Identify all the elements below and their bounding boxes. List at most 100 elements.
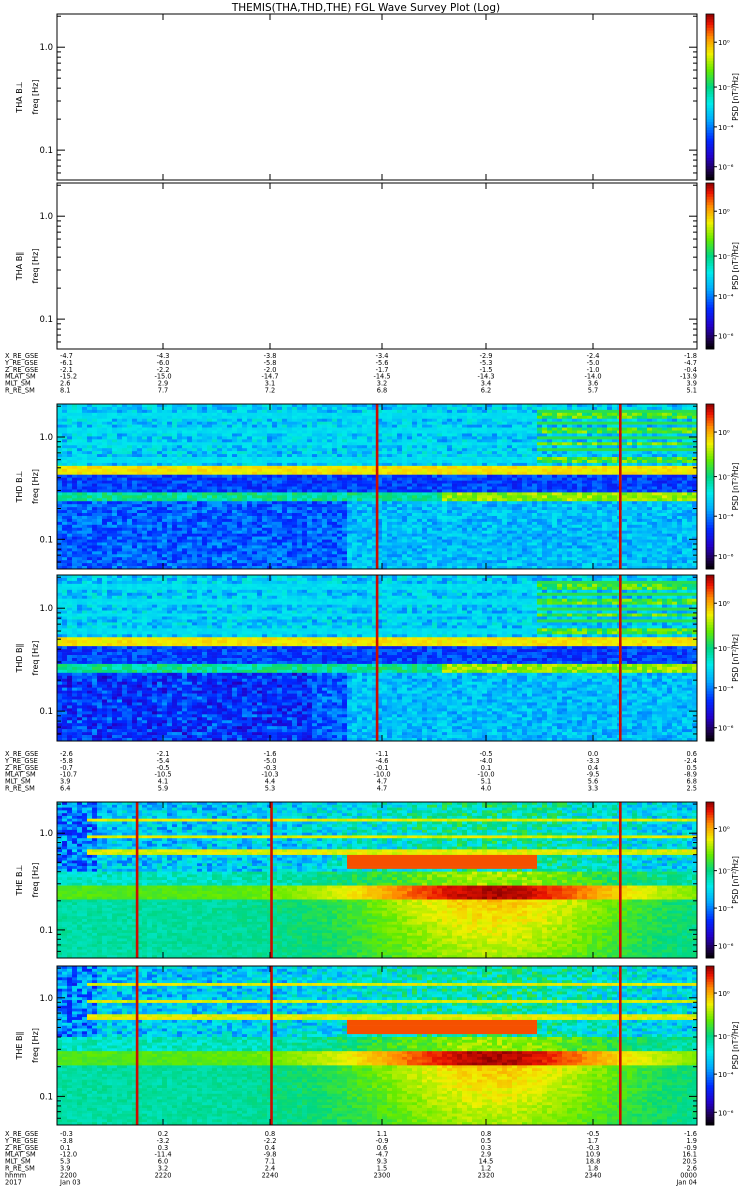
spectrogram-cell [602,445,608,449]
spectrogram-cell [637,462,643,467]
spectrogram-cell [687,406,693,411]
spectrogram-cell [427,492,433,496]
spectrogram-cell [147,486,153,490]
spectrogram-cell [237,483,243,487]
spectrogram-cell [492,477,498,481]
spectrogram-cell [342,471,348,476]
spectrogram-cell [517,489,523,493]
spectrogram-cell [162,462,168,467]
spectrogram-cell [637,412,643,417]
colorbar-segment [706,254,714,259]
spectrogram-cell [287,412,293,417]
spectrogram-cell [332,430,338,434]
spectrogram-cell [512,442,518,446]
spectrogram-cell [232,477,238,481]
spectrogram-cell [142,492,148,496]
spectrogram-cell [292,477,298,481]
colorbar-segment [706,116,714,120]
spectrogram-cell [182,477,188,481]
spectrogram-cell [542,409,548,414]
spectrogram-cell [642,415,648,420]
spectrogram-cell [392,489,398,493]
spectrogram-cell [287,468,293,473]
spectrogram-cell [197,501,203,505]
spectrogram-cell [337,480,343,484]
spectrogram-cell [117,468,123,473]
spectrogram-cell [82,442,88,446]
spectrogram-cell [237,406,243,411]
spectrogram-cell [282,412,288,417]
spectrogram-cell [677,483,683,487]
spectrogram-cell [132,480,138,484]
spectrogram-cell [597,421,603,425]
spectrogram-cell [492,457,498,461]
spectrogram-cell [467,480,473,484]
spectrogram-cell [487,430,493,434]
spectrogram-cell [152,486,158,490]
spectrogram-cell [582,492,588,496]
spectrogram-cell [217,510,223,514]
colorbar-segment [706,141,714,145]
spectrogram-cell [257,448,263,452]
spectrogram-cell [237,504,243,508]
spectrogram-cell [677,492,683,496]
spectrogram-cell [627,495,633,499]
spectrogram-cell [282,495,288,499]
spectrogram-cell [232,471,238,476]
spectrogram-cell [72,406,78,411]
spectrogram-cell [332,495,338,499]
colorbar-segment [706,157,714,162]
spectrogram-cell [362,492,368,496]
spectrogram-cell [577,480,583,484]
spectrogram-cell [522,439,528,443]
spectrogram-cell [277,474,283,478]
spectrogram-cell [282,427,288,431]
spectrogram-cell [332,409,338,414]
spectrogram-cell [82,427,88,431]
spectrogram-cell [502,412,508,417]
spectrogram-cell [562,430,568,434]
spectrogram-cell [132,507,138,511]
spectrogram-cell [282,474,288,478]
spectrogram-cell [422,468,428,473]
spectrogram-cell [167,415,173,420]
spectrogram-cell [327,427,333,431]
spectrogram-cell [462,412,468,417]
spectrogram-cell [602,477,608,481]
spectrogram-cell [422,448,428,452]
spectrogram-cell [557,495,563,499]
spectrogram-cell [152,427,158,431]
spectrogram-cell [427,430,433,434]
spectrogram-cell [637,439,643,443]
spectrogram-cell [397,495,403,499]
spectrogram-cell [202,430,208,434]
spectrogram-cell [637,474,643,478]
spectrogram-cell [497,468,503,473]
colorbar-segment [706,110,714,114]
spectrogram-cell [82,433,88,437]
spectrogram-cell [432,468,438,473]
spectrogram-cell [592,471,598,476]
spectrogram-cell [187,430,193,434]
spectrogram-cell [477,471,483,476]
spectrogram-cell [282,468,288,473]
spectrogram-cell [207,415,213,420]
spectrogram-cell [337,462,343,467]
spectrogram-cell [497,504,503,508]
spectrogram-cell [662,492,668,496]
spectrogram-cell [477,409,483,414]
spectrogram-cell [522,415,528,420]
spectrogram-cell [677,498,683,502]
spectrogram-cell [362,415,368,420]
spectrogram-cell [212,439,218,443]
spectrogram-cell [397,489,403,493]
spectrogram-cell [212,471,218,476]
spectrogram-cell [547,427,553,431]
spectrogram-cell [487,436,493,440]
spectrogram-cell [212,504,218,508]
spectrogram-cell [287,492,293,496]
spectrogram-cell [687,415,693,420]
spectrogram-cell [112,427,118,431]
spectrogram-cell [487,442,493,446]
spectrogram-cell [532,486,538,490]
